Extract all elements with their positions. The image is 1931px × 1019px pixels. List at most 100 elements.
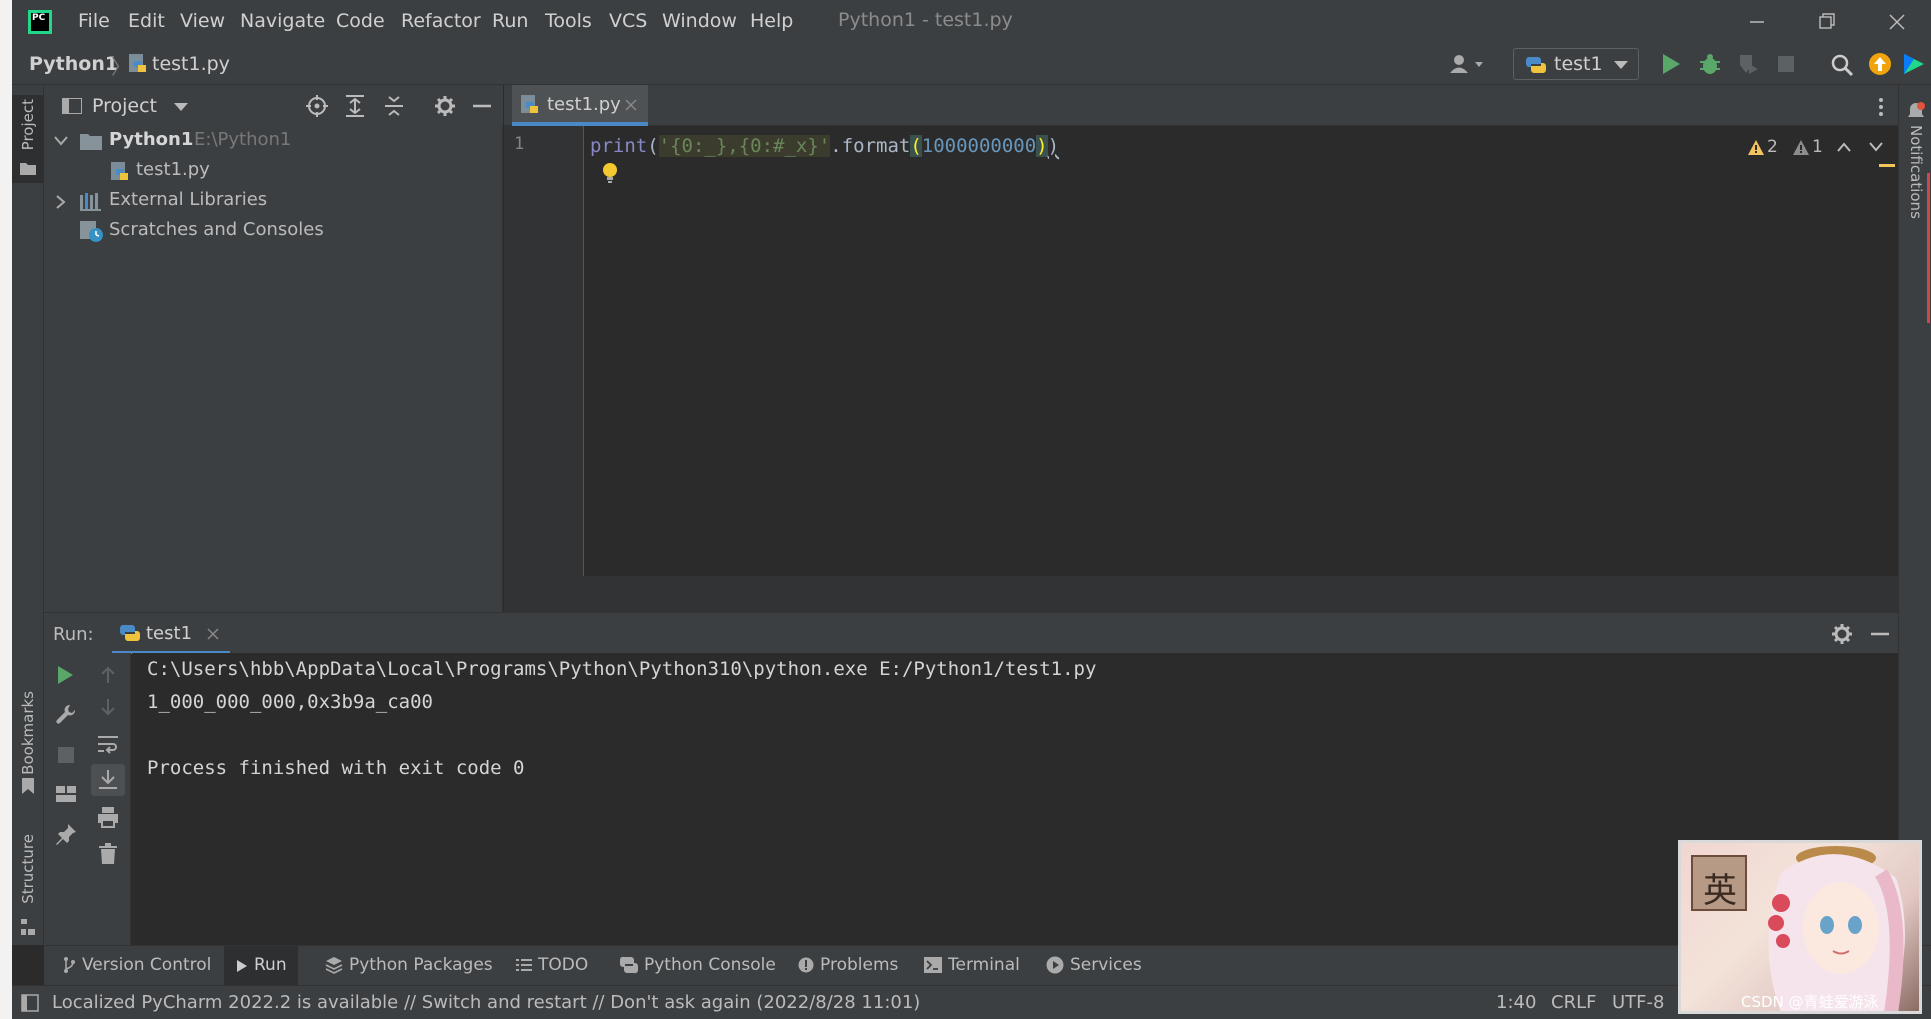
arrow-down-icon[interactable] [98,697,118,717]
python-icon [1526,57,1546,73]
line-separator[interactable]: CRLF [1551,992,1596,1013]
window-edge [0,0,12,1019]
toggle-tool-windows-icon[interactable] [21,994,39,1012]
close-tab-icon[interactable] [207,628,219,640]
stop-icon[interactable] [57,746,75,764]
gear-icon[interactable] [434,95,456,117]
warning-stripe-marker[interactable] [1879,164,1895,167]
expand-all-icon[interactable] [345,95,365,117]
rerun-icon[interactable] [56,665,74,685]
project-tool-button[interactable]: Project [12,95,44,183]
pin-icon[interactable] [55,823,77,845]
debug-icon[interactable] [1698,52,1722,76]
tool-version-control[interactable]: Version Control [62,955,211,975]
tree-node-scratches[interactable]: Scratches and Consoles [44,218,503,246]
locate-icon[interactable] [306,95,328,117]
breadcrumb-project[interactable]: Python1 [29,53,118,75]
layout-icon[interactable] [55,784,77,804]
tool-todo-label: TODO [538,955,589,975]
wrench-icon[interactable] [55,703,77,725]
tool-python-console[interactable]: Python Console [620,955,776,975]
gear-icon[interactable] [1831,623,1853,645]
chevron-down-icon[interactable] [54,136,68,146]
hide-panel-icon[interactable] [472,95,492,117]
chevron-right-icon[interactable] [56,195,66,209]
code-editor[interactable]: print('{0:_},{0:#_x}'.format(1000000000)… [585,126,1898,576]
tree-node-external[interactable]: External Libraries [44,188,503,216]
more-options-icon[interactable] [1877,97,1885,117]
tree-node-root[interactable]: Python1 E:\Python1 [44,128,503,156]
search-icon[interactable] [1830,53,1854,77]
menu-run[interactable]: Run [492,10,528,32]
chevron-down-icon[interactable] [174,103,188,112]
notifications-bell-icon[interactable] [1906,101,1926,121]
tool-python-packages[interactable]: Python Packages [325,955,493,975]
run-config-selector[interactable]: test1 [1513,48,1639,80]
menu-edit[interactable]: Edit [128,10,165,32]
restore-button[interactable] [1803,8,1849,36]
folder-icon [20,163,36,175]
coverage-icon[interactable] [1736,52,1760,76]
file-encoding[interactable]: UTF-8 [1612,992,1664,1013]
tool-run[interactable]: Run [224,946,298,986]
library-icon [80,193,101,211]
code-paren: ( [910,135,922,157]
arrow-up-icon[interactable] [98,665,118,685]
project-tool-label: Project [19,99,37,151]
jetbrains-toolbox-icon[interactable] [1902,52,1926,76]
run-tab-test1[interactable]: test1 [112,613,230,654]
warning-icon [1748,140,1764,155]
tool-services[interactable]: Services [1046,955,1142,975]
notifications-tool-label[interactable]: Notifications [1907,125,1925,219]
soft-wrap-icon[interactable] [97,734,119,754]
menu-vcs[interactable]: VCS [609,10,647,32]
caret-position[interactable]: 1:40 [1496,992,1536,1013]
close-window-button[interactable] [1873,8,1919,36]
update-icon[interactable] [1868,52,1892,76]
hide-panel-icon[interactable] [1870,623,1890,645]
status-bar: Localized PyCharm 2022.2 is available //… [12,985,1931,1019]
structure-tool-button[interactable]: Structure [12,828,44,938]
lightbulb-icon[interactable] [602,162,618,184]
stop-icon[interactable] [1776,54,1796,74]
menu-file[interactable]: File [78,10,110,32]
print-icon[interactable] [97,806,119,828]
minimize-button[interactable] [1733,8,1779,36]
tool-problems[interactable]: Problems [798,955,898,975]
menu-code[interactable]: Code [336,10,385,32]
run-icon [237,960,247,972]
scroll-to-end-button[interactable] [91,764,125,796]
run-icon[interactable] [1660,52,1682,76]
tool-todo[interactable]: TODO [516,955,588,975]
pycharm-logo: PC [28,10,52,34]
project-tree: Python1 E:\Python1 test1.py External Lib… [44,126,503,612]
menu-window[interactable]: Window [662,10,737,32]
menu-navigate[interactable]: Navigate [240,10,325,32]
menu-tools[interactable]: Tools [545,10,592,32]
project-panel-title[interactable]: Project [92,95,157,117]
tree-node-file[interactable]: test1.py [44,158,503,186]
trash-icon[interactable] [98,843,118,865]
menu-help[interactable]: Help [750,10,793,32]
user-account-icon[interactable] [1449,53,1489,75]
structure-icon [21,919,35,935]
collapse-all-icon[interactable] [384,95,404,117]
inspection-widget[interactable]: 2 1 [1747,136,1897,160]
tool-terminal[interactable]: Terminal [924,955,1020,975]
chevron-down-icon[interactable] [1869,142,1883,152]
weak-warning-count: 1 [1812,137,1823,157]
breadcrumb-file[interactable]: test1.py [152,53,230,75]
run-panel-header: Run: test1 [44,612,1898,654]
bookmarks-tool-button[interactable]: Bookmarks [12,685,44,795]
code-paren: ) [1047,135,1060,157]
editor-tab-test1[interactable]: test1.py [512,85,648,126]
menu-refactor[interactable]: Refactor [401,10,481,32]
status-message[interactable]: Localized PyCharm 2022.2 is available //… [52,992,920,1013]
chevron-up-icon[interactable] [1837,142,1851,152]
menu-view[interactable]: View [180,10,225,32]
code-line-1: print('{0:_},{0:#_x}'.format(1000000000)… [590,132,1059,160]
run-console[interactable]: C:\Users\hbb\AppData\Local\Programs\Pyth… [132,653,1898,945]
tool-problems-label: Problems [820,955,899,975]
close-tab-icon[interactable] [625,99,637,111]
branch-icon [64,957,75,973]
